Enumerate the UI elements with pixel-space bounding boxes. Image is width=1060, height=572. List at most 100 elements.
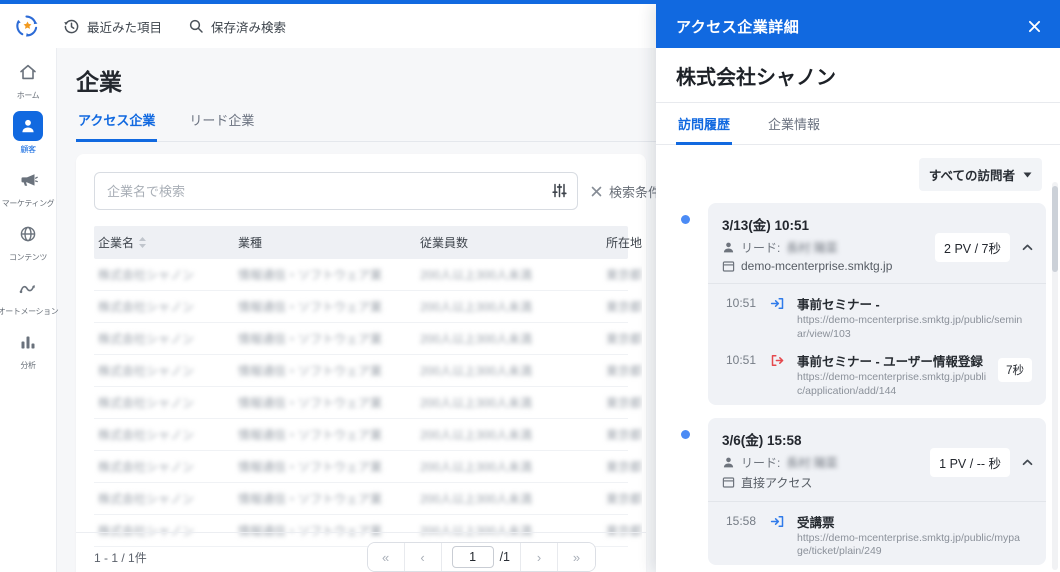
table-cell-text: 200人以上300人未満 [420,396,533,410]
table-row[interactable]: 株式会社シャノン 情報通信・ソフトウェア業 200人以上300人未満 東京都 [94,291,642,323]
table-row[interactable]: 株式会社シャノン 情報通信・ソフトウェア業 200人以上300人未満 東京都 [94,387,642,419]
table-body: 株式会社シャノン 情報通信・ソフトウェア業 200人以上300人未満 東京都 株式会社シ… [94,259,642,547]
table-cell-text: 東京都 [606,300,642,314]
table-cell: 情報通信・ソフトウェア業 [234,355,416,386]
chevron-up-icon[interactable] [1021,456,1034,469]
visit-divider [708,283,1046,284]
page-duration-badge: 7秒 [998,358,1032,383]
panel-tab[interactable]: 企業情報 [766,103,822,144]
page-info: 事前セミナー - ユーザー情報登録 https://demo-mcenterpri… [797,351,998,398]
search-icon [188,18,204,34]
filter-tune-icon[interactable] [551,182,568,199]
sidebar-item-label: ホーム [16,91,40,100]
timeline-dot [681,215,690,224]
page-url[interactable]: https://demo-mcenterprise.smktg.jp/publi… [797,532,1024,559]
column-header-label: 所在地 [606,236,643,250]
prev-page-button[interactable]: ‹ [404,543,442,571]
visit-stats-badge: 2 PV / 7秒 [935,233,1010,262]
page-url[interactable]: https://demo-mcenterprise.smktg.jp/publi… [797,371,990,398]
visit-pages: 15:58 受講票 https://demo-mcenterprise.smktg.… [722,512,1032,559]
recent-items-label: 最近みた項目 [87,20,163,35]
table-cell-text: 株式会社シャノン [98,460,195,474]
page-view-row: 15:58 受講票 https://demo-mcenterprise.smktg.… [722,512,1032,559]
automation-icon [18,278,38,298]
sidebar-item-content[interactable]: コンテンツ [0,219,56,263]
panel-tab[interactable]: 訪問履歴 [676,103,733,145]
sidebar-item-marketing[interactable]: マーケティング [0,165,56,209]
sidebar-item-label: 分析 [20,361,36,370]
history-icon [63,18,80,35]
lead-name: 長村 陽菜 [786,241,838,255]
saved-search-button[interactable]: 保存済み検索 [188,17,286,36]
close-icon [590,185,603,198]
company-name: 株式会社シャノン [676,67,836,89]
table-cell-text: 情報通信・ソフトウェア業 [238,428,383,442]
company-search-input[interactable] [94,172,578,210]
top-nav: 最近みた項目 保存済み検索 [63,17,286,36]
panel-scrollbar-thumb[interactable] [1052,186,1058,272]
exit-icon [770,353,785,368]
table-row[interactable]: 株式会社シャノン 情報通信・ソフトウェア業 200人以上300人未満 東京都 [94,259,642,291]
sidebar-item-automation[interactable]: オートメーション [0,273,59,317]
tune-icon [551,182,568,199]
first-page-button[interactable]: « [367,543,405,571]
recent-items-button[interactable]: 最近みた項目 [63,17,162,36]
table-cell-text: 200人以上300人未満 [420,460,533,474]
person-icon [722,456,735,469]
sidebar-icon-wrap [13,219,43,249]
table-cell-text: 株式会社シャノン [98,268,195,282]
page-number-input[interactable] [451,546,494,568]
sidebar-item-customers[interactable]: 顧客 [0,111,56,155]
table-cell-text: 東京都 [606,332,642,346]
table-cell: 200人以上300人未満 [416,291,602,322]
table-row[interactable]: 株式会社シャノン 情報通信・ソフトウェア業 200人以上300人未満 東京都 [94,355,642,387]
table-cell-text: 200人以上300人未満 [420,364,533,378]
chevron-up-icon[interactable] [1021,241,1034,254]
next-page-button[interactable]: › [521,543,558,571]
search-icon [188,18,204,34]
table-cell: 東京都 [602,419,642,450]
top-accent-strip [0,0,1060,4]
page-time: 10:51 [726,353,757,368]
search-box [94,172,578,210]
table-cell-text: 200人以上300人未満 [420,332,533,346]
sidebar-icon-wrap [13,273,43,303]
sidebar-icon-wrap [13,111,43,141]
table-row[interactable]: 株式会社シャノン 情報通信・ソフトウェア業 200人以上300人未満 東京都 [94,419,642,451]
visit-source: demo-mcenterprise.smktg.jp [741,259,893,273]
sidebar-item-label: マーケティング [1,199,55,208]
shanon-logo-icon [14,13,41,40]
table-cell: 株式会社シャノン [94,419,234,450]
table-cell-text: 200人以上300人未満 [420,300,533,314]
page-url[interactable]: https://demo-mcenterprise.smktg.jp/publi… [797,314,1024,341]
company-name-row: 株式会社シャノン [656,48,1060,103]
close-icon-white [1027,19,1042,34]
table-cell: 東京都 [602,387,642,418]
table-row[interactable]: 株式会社シャノン 情報通信・ソフトウェア業 200人以上300人未満 東京都 [94,483,642,515]
table-cell-text: 200人以上300人未満 [420,524,533,538]
table-cell: 200人以上300人未満 [416,355,602,386]
caret-down-icon [1023,172,1032,178]
table-cell: 200人以上300人未満 [416,483,602,514]
panel-close-button[interactable] [1027,19,1042,34]
table-cell-text: 東京都 [606,460,642,474]
history-icon [63,18,80,35]
table-row[interactable]: 株式会社シャノン 情報通信・ソフトウェア業 200人以上300人未満 東京都 [94,451,642,483]
sidebar-item-label: オートメーション [0,307,59,316]
sidebar-item-analytics[interactable]: 分析 [0,327,56,371]
sidebar-item-home[interactable]: ホーム [0,57,56,101]
table-row[interactable]: 株式会社シャノン 情報通信・ソフトウェア業 200人以上300人未満 東京都 [94,323,642,355]
last-page-button[interactable]: » [558,543,595,571]
table-cell: 200人以上300人未満 [416,451,602,482]
table-cell-text: 東京都 [606,428,642,442]
main-tab[interactable]: リード企業 [187,110,256,141]
column-header[interactable]: 企業名 [94,226,234,259]
table-cell-text: 200人以上300人未満 [420,428,533,442]
pagination-row: 1 - 1 / 1件 « ‹ /1 › » [94,542,628,572]
card-footer-divider [76,532,646,533]
sidebar-item-label: コンテンツ [9,253,47,262]
visitor-filter-dropdown[interactable]: すべての訪問者 [918,158,1042,191]
main-tab[interactable]: アクセス企業 [76,110,158,142]
table-cell-text: 株式会社シャノン [98,492,195,506]
table-cell-text: 情報通信・ソフトウェア業 [238,524,383,538]
